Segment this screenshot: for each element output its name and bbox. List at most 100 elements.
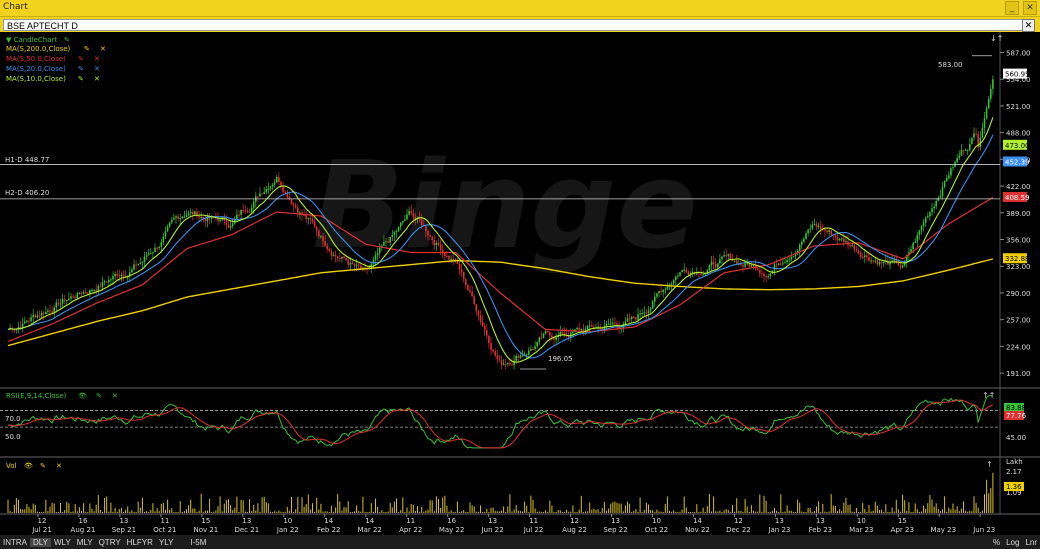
candle-body [404, 219, 406, 222]
candle-body [349, 263, 352, 265]
edit-pencil-icon[interactable]: ✎ [78, 65, 84, 73]
candle-body [710, 261, 713, 266]
panel-arrows-icon[interactable]: ↓↑ [990, 34, 1003, 43]
remove-icon[interactable]: ✕ [100, 45, 106, 53]
edit-pencil-icon[interactable]: ✎ [96, 392, 102, 400]
vol-arrow-icon[interactable]: ↑ [986, 460, 993, 469]
candle-body [645, 312, 648, 314]
remove-icon[interactable]: ✕ [94, 75, 100, 83]
edit-pencil-icon[interactable]: ✎ [84, 45, 90, 53]
candle-body [937, 197, 940, 202]
candle-body [120, 274, 123, 277]
candle-body [376, 253, 379, 255]
candle-body [429, 235, 431, 237]
candle-body [355, 264, 358, 266]
candle-body [276, 177, 278, 183]
candle-body [851, 245, 853, 247]
candle-body [345, 258, 347, 261]
percent-scale-button[interactable]: % [990, 538, 1003, 547]
candle-body [483, 326, 486, 331]
edit-pencil-icon[interactable]: ✎ [78, 55, 84, 63]
candle-body [189, 211, 192, 214]
candle-body [137, 263, 139, 265]
candle-body [588, 325, 591, 327]
legend-candle[interactable]: ▼ CandleChart [6, 36, 57, 44]
candle-body [179, 218, 181, 220]
candle-body [34, 314, 37, 318]
price-tick-label: 290.00 [1006, 290, 1031, 298]
candle-body [242, 210, 244, 212]
tab-qtry[interactable]: QTRY [96, 538, 124, 547]
eye-icon[interactable]: 👁 [78, 392, 87, 400]
log-scale-button[interactable]: Log [1003, 538, 1022, 547]
tab-i5m[interactable]: I-5M [176, 538, 209, 547]
candle-body [488, 335, 490, 344]
candle-body [112, 276, 114, 280]
legend-ma200[interactable]: MA(S,200.0,Close) [6, 45, 71, 53]
edit-pencil-icon[interactable]: ✎ [64, 36, 70, 44]
tab-mly[interactable]: MLY [74, 538, 96, 547]
rsi-level-70: 70.0 [5, 415, 21, 423]
candle-body [168, 222, 171, 227]
chart-area[interactable]: Binge ↓↑ ↑↑ ↑ 587.00554.00521.00488.0045… [0, 32, 1040, 535]
candle-body [24, 321, 26, 324]
x-month-label: Feb 22 [317, 526, 341, 534]
candle-body [511, 364, 513, 366]
candle-body [160, 241, 163, 247]
candle-body [38, 315, 41, 317]
candle-body [49, 310, 51, 312]
candle-body [637, 314, 639, 320]
x-month-label: Apr 23 [891, 526, 914, 534]
tab-yly[interactable]: YLY [156, 538, 177, 547]
eye-icon[interactable]: 👁 [24, 462, 33, 470]
legend-ma20[interactable]: MA(S,20.0,Close) [6, 65, 66, 73]
rsi-label[interactable]: RSI(E,9,14,Close) [6, 392, 67, 400]
x-day-label: 13 [488, 517, 497, 525]
candle-body [110, 279, 112, 281]
close-window-icon[interactable]: ✕ [1023, 1, 1037, 15]
tab-dly[interactable]: DLY [30, 537, 51, 547]
candle-body [927, 216, 929, 218]
candle-body [315, 226, 318, 231]
candle-body [84, 292, 87, 294]
remove-icon[interactable]: ✕ [94, 55, 100, 63]
candle-body [360, 265, 362, 269]
chart-svg[interactable]: Binge ↓↑ ↑↑ ↑ 587.00554.00521.00488.0045… [0, 32, 1040, 535]
linear-scale-button[interactable]: Lnr [1022, 538, 1040, 547]
remove-icon[interactable]: ✕ [112, 392, 118, 400]
candle-body [628, 318, 631, 320]
low-annotation: 196.05 [548, 355, 573, 363]
symbol-field[interactable]: BSE APTECHT D [3, 19, 1034, 31]
legend-ma50[interactable]: MA(S,50.0,Close) [6, 55, 66, 63]
close-chart-icon[interactable]: ✕ [1022, 19, 1035, 32]
candle-body [227, 224, 230, 228]
vol-label[interactable]: Vol [6, 462, 17, 470]
candle-body [971, 137, 973, 144]
tab-hlfyr[interactable]: HLFYR [124, 538, 156, 547]
candle-body [309, 218, 312, 220]
tab-intra[interactable]: INTRA [0, 538, 30, 547]
candle-body [40, 313, 43, 317]
candle-body [103, 281, 106, 283]
candle-body [114, 273, 116, 277]
candle-body [591, 325, 593, 327]
x-day-label: 11 [160, 517, 169, 525]
candle-body [252, 201, 255, 208]
legend-ma10[interactable]: MA(S,10.0,Close) [6, 75, 66, 83]
x-month-label: Jan 22 [276, 526, 299, 534]
candle-body [292, 203, 295, 206]
candle-body [133, 264, 135, 270]
candle-body [948, 175, 950, 179]
edit-pencil-icon[interactable]: ✎ [78, 75, 84, 83]
candle-body [66, 300, 68, 302]
candle-body [257, 196, 259, 198]
edit-pencil-icon[interactable]: ✎ [40, 462, 46, 470]
remove-icon[interactable]: ✕ [94, 65, 100, 73]
candle-body [74, 297, 76, 299]
remove-icon[interactable]: ✕ [56, 462, 62, 470]
price-badge: 560.95 [1005, 71, 1030, 79]
candle-body [916, 234, 919, 242]
minimize-icon[interactable]: _ [1005, 1, 1019, 15]
candle-body [525, 354, 528, 356]
tab-wly[interactable]: WLY [51, 538, 74, 547]
